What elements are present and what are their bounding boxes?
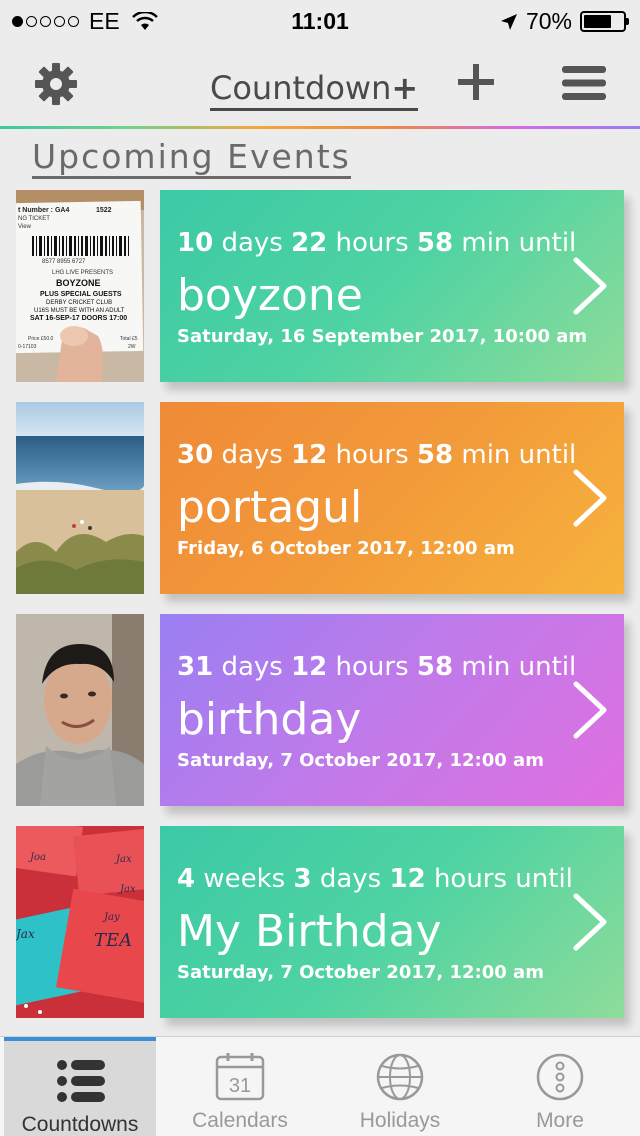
svg-text:DERBY CRICKET CLUB: DERBY CRICKET CLUB — [46, 300, 112, 306]
svg-text:0-17103: 0-17103 — [18, 344, 37, 350]
event-thumbnail-portrait — [16, 614, 144, 806]
header-divider — [0, 126, 640, 129]
location-arrow-icon — [500, 13, 517, 30]
svg-text:PLUS SPECIAL GUESTS: PLUS SPECIAL GUESTS — [40, 291, 122, 298]
event-row[interactable]: 31 days 12 hours 58 min until birthday S… — [16, 614, 624, 806]
event-thumbnail-envelopes: Joa Jax Jax Jay TEA Jax — [16, 826, 144, 1018]
svg-text:LHG LIVE PRESENTS: LHG LIVE PRESENTS — [52, 270, 113, 276]
event-thumbnail-beach — [16, 402, 144, 594]
tab-calendars[interactable]: 31 Calendars — [160, 1037, 320, 1136]
hamburger-menu-icon[interactable] — [562, 64, 606, 102]
event-name: portagul — [177, 482, 363, 533]
tab-countdowns[interactable]: Countdowns — [4, 1037, 156, 1136]
chevron-right-icon — [573, 469, 607, 527]
svg-text:Jax: Jax — [118, 884, 136, 895]
list-icon — [57, 1060, 105, 1102]
event-row[interactable]: Joa Jax Jax Jay TEA Jax 4 weeks 3 days 1… — [16, 826, 624, 1018]
svg-text:Total £5: Total £5 — [120, 336, 138, 342]
more-options-icon — [536, 1053, 584, 1101]
svg-text:2W: 2W — [128, 344, 136, 350]
svg-text:31: 31 — [229, 1075, 251, 1097]
svg-text:8577 8955 6727: 8577 8955 6727 — [42, 259, 86, 265]
svg-text:Price £50.0: Price £50.0 — [28, 336, 54, 342]
event-row[interactable]: 30 days 12 hours 58 min until portagul F… — [16, 402, 624, 594]
event-date: Saturday, 7 October 2017, 12:00 am — [177, 750, 544, 771]
tab-label: Calendars — [192, 1109, 288, 1132]
svg-text:NG TICKET: NG TICKET — [18, 216, 50, 222]
event-date: Friday, 6 October 2017, 12:00 am — [177, 538, 515, 559]
countdown-text: 4 weeks 3 days 12 hours until — [177, 864, 573, 894]
chevron-right-icon — [573, 893, 607, 951]
countdown-text: 10 days 22 hours 58 min until — [177, 228, 577, 258]
event-name: birthday — [177, 694, 362, 745]
svg-text:U16S MUST BE WITH AN ADULT: U16S MUST BE WITH AN ADULT — [34, 308, 125, 314]
event-card[interactable]: 4 weeks 3 days 12 hours until My Birthda… — [160, 826, 624, 1018]
event-card[interactable]: 10 days 22 hours 58 min until boyzone Sa… — [160, 190, 624, 382]
event-name: boyzone — [177, 270, 363, 321]
svg-text:Jax: Jax — [114, 854, 132, 865]
countdown-text: 30 days 12 hours 58 min until — [177, 440, 577, 470]
event-date: Saturday, 7 October 2017, 12:00 am — [177, 962, 544, 983]
event-name: My Birthday — [177, 906, 442, 957]
tab-more[interactable]: More — [480, 1037, 640, 1136]
tab-label: Countdowns — [21, 1113, 139, 1136]
tab-label: Holidays — [359, 1109, 441, 1132]
tab-bar: Countdowns 31 Calendars Holidays More — [0, 1036, 640, 1136]
event-date: Saturday, 16 September 2017, 10:00 am — [177, 326, 588, 347]
globe-icon — [376, 1053, 424, 1101]
event-row[interactable]: t Number : GA4 1522 NG TICKET View 8577 … — [16, 190, 624, 382]
tab-holidays[interactable]: Holidays — [320, 1037, 480, 1136]
svg-text:BOYZONE: BOYZONE — [56, 278, 101, 288]
svg-text:View: View — [18, 224, 32, 230]
status-bar: EE 11:01 70% — [0, 0, 640, 40]
event-card[interactable]: 30 days 12 hours 58 min until portagul F… — [160, 402, 624, 594]
add-event-icon[interactable] — [456, 62, 496, 102]
svg-text:1522: 1522 — [96, 207, 112, 214]
battery-percent: 70% — [525, 8, 572, 34]
event-card[interactable]: 31 days 12 hours 58 min until birthday S… — [160, 614, 624, 806]
countdown-text: 31 days 12 hours 58 min until — [177, 652, 577, 682]
section-title: Upcoming Events — [32, 138, 351, 179]
chevron-right-icon — [573, 257, 607, 315]
calendar-icon: 31 — [215, 1053, 265, 1101]
app-title: Countdown+ — [210, 70, 419, 111]
svg-text:SAT 16-SEP-17 DOORS 17:00: SAT 16-SEP-17 DOORS 17:00 — [30, 315, 127, 322]
event-thumbnail-ticket: t Number : GA4 1522 NG TICKET View 8577 … — [16, 190, 144, 382]
chevron-right-icon — [573, 681, 607, 739]
battery-icon — [580, 11, 629, 32]
tab-label: More — [536, 1109, 584, 1132]
svg-text:TEA: TEA — [94, 930, 132, 951]
app-header: Countdown+ — [0, 40, 640, 128]
svg-text:Joa: Joa — [28, 852, 46, 863]
svg-text:Jax: Jax — [16, 927, 35, 941]
svg-text:t Number : GA4: t Number : GA4 — [18, 207, 69, 214]
settings-gear-icon[interactable] — [34, 62, 78, 106]
svg-text:Jay: Jay — [102, 912, 120, 923]
